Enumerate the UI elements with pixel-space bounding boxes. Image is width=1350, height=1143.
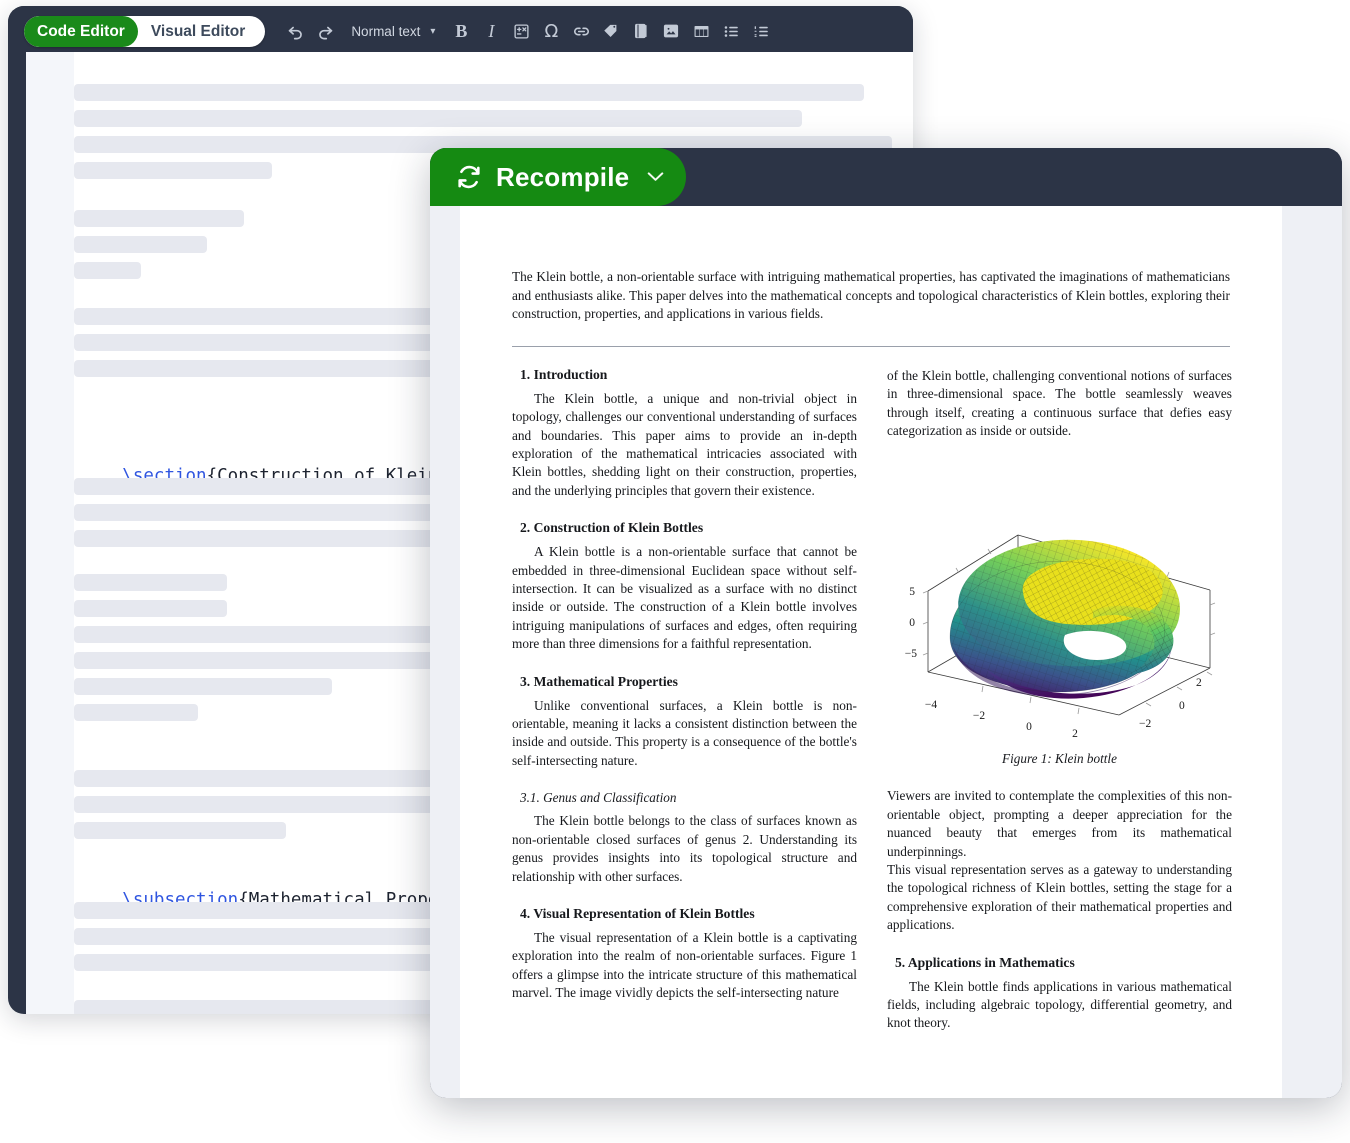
- x-tick-0: 0: [1026, 721, 1032, 733]
- image-icon[interactable]: [657, 16, 685, 46]
- paragraph: A Klein bottle is a non-orientable surfa…: [512, 543, 857, 653]
- paragraph: The Klein bottle, a unique and non-trivi…: [512, 390, 857, 500]
- link-icon[interactable]: [567, 16, 595, 46]
- tab-visual-editor[interactable]: Visual Editor: [138, 16, 265, 47]
- pdf-preview-window: Recompile The Klein bottle, a non-orient…: [430, 148, 1342, 1098]
- paragraph: The visual representation of a Klein bot…: [512, 929, 857, 1003]
- skeleton-line: [74, 84, 864, 101]
- numbered-list-icon[interactable]: [747, 16, 775, 46]
- skeleton-line: [74, 574, 227, 591]
- math-formula-icon[interactable]: [507, 16, 535, 46]
- x-tick-neg2: −2: [973, 710, 985, 722]
- y-tick-neg2: −2: [1139, 718, 1151, 730]
- paragraph: Unlike conventional surfaces, a Klein bo…: [512, 697, 857, 771]
- undo-icon[interactable]: [281, 16, 309, 46]
- paragraph: The Klein bottle finds applications in v…: [887, 978, 1232, 1033]
- klein-bottle-surface: [950, 540, 1180, 699]
- skeleton-line: [74, 262, 141, 279]
- x-tick-neg4: −4: [925, 699, 937, 711]
- recompile-label: Recompile: [496, 162, 629, 193]
- recompile-button[interactable]: Recompile: [430, 148, 686, 206]
- section-heading: 5. Applications in Mathematics: [895, 955, 1232, 971]
- editor-toolbar: Code Editor Visual Editor Normal text ▾ …: [8, 6, 913, 56]
- skeleton-line: [74, 110, 802, 127]
- text-style-select[interactable]: Normal text: [341, 24, 424, 39]
- y-tick-0: 0: [1179, 700, 1185, 712]
- skeleton-line: [74, 704, 198, 721]
- skeleton-line: [74, 236, 207, 253]
- horizontal-rule: [512, 346, 1230, 347]
- subsection-heading: 3.1. Genus and Classification: [520, 790, 857, 806]
- z-tick-neg5: −5: [905, 648, 917, 660]
- two-column-layout: 1. Introduction The Klein bottle, a uniq…: [512, 367, 1232, 1053]
- paragraph: The Klein bottle belongs to the class of…: [512, 812, 857, 886]
- section-heading: 4. Visual Representation of Klein Bottle…: [520, 906, 857, 922]
- omega-symbol-icon[interactable]: Ω: [537, 16, 565, 46]
- abstract-paragraph: The Klein bottle, a non-orientable surfa…: [512, 268, 1230, 324]
- skeleton-line: [74, 162, 272, 179]
- z-tick-5: 5: [909, 586, 915, 598]
- tab-code-editor[interactable]: Code Editor: [24, 16, 138, 47]
- z-tick-0: 0: [909, 617, 915, 629]
- left-column: 1. Introduction The Klein bottle, a uniq…: [512, 367, 857, 1053]
- refresh-icon: [456, 164, 482, 190]
- paragraph: Viewers are invited to contemplate the c…: [887, 787, 1232, 861]
- figure-klein-bottle: 5 0 −5 −4 −2 0 2 2 0: [887, 460, 1232, 767]
- skeleton-line: [74, 822, 286, 839]
- section-heading: 1. Introduction: [520, 367, 857, 383]
- preview-toolbar: Recompile: [430, 148, 1342, 206]
- tag-icon[interactable]: [597, 16, 625, 46]
- skeleton-line: [74, 600, 227, 617]
- pdf-page: The Klein bottle, a non-orientable surfa…: [460, 206, 1282, 1098]
- figure-caption: Figure 1: Klein bottle: [887, 751, 1232, 767]
- paragraph: This visual representation serves as a g…: [887, 861, 1232, 935]
- paragraph: of the Klein bottle, challenging convent…: [887, 367, 1232, 441]
- bold-icon[interactable]: B: [447, 16, 475, 46]
- section-heading: 3. Mathematical Properties: [520, 674, 857, 690]
- italic-icon[interactable]: I: [477, 16, 505, 46]
- right-column: of the Klein bottle, challenging convent…: [887, 367, 1232, 1053]
- y-tick-2: 2: [1196, 677, 1202, 689]
- document-body: The Klein bottle, a non-orientable surfa…: [512, 268, 1232, 1053]
- skeleton-line: [74, 210, 244, 227]
- chevron-down-icon[interactable]: [647, 169, 664, 186]
- editor-mode-toggle[interactable]: Code Editor Visual Editor: [24, 16, 265, 47]
- book-reference-icon[interactable]: [627, 16, 655, 46]
- pdf-scroll-area[interactable]: The Klein bottle, a non-orientable surfa…: [430, 206, 1342, 1098]
- table-icon[interactable]: [687, 16, 715, 46]
- skeleton-line: [74, 678, 332, 695]
- section-heading: 2. Construction of Klein Bottles: [520, 520, 857, 536]
- x-tick-2: 2: [1072, 728, 1078, 738]
- redo-icon[interactable]: [311, 16, 339, 46]
- bullet-list-icon[interactable]: [717, 16, 745, 46]
- chevron-down-icon[interactable]: ▾: [426, 26, 445, 37]
- klein-bottle-3d-plot: 5 0 −5 −4 −2 0 2 2 0: [887, 460, 1232, 738]
